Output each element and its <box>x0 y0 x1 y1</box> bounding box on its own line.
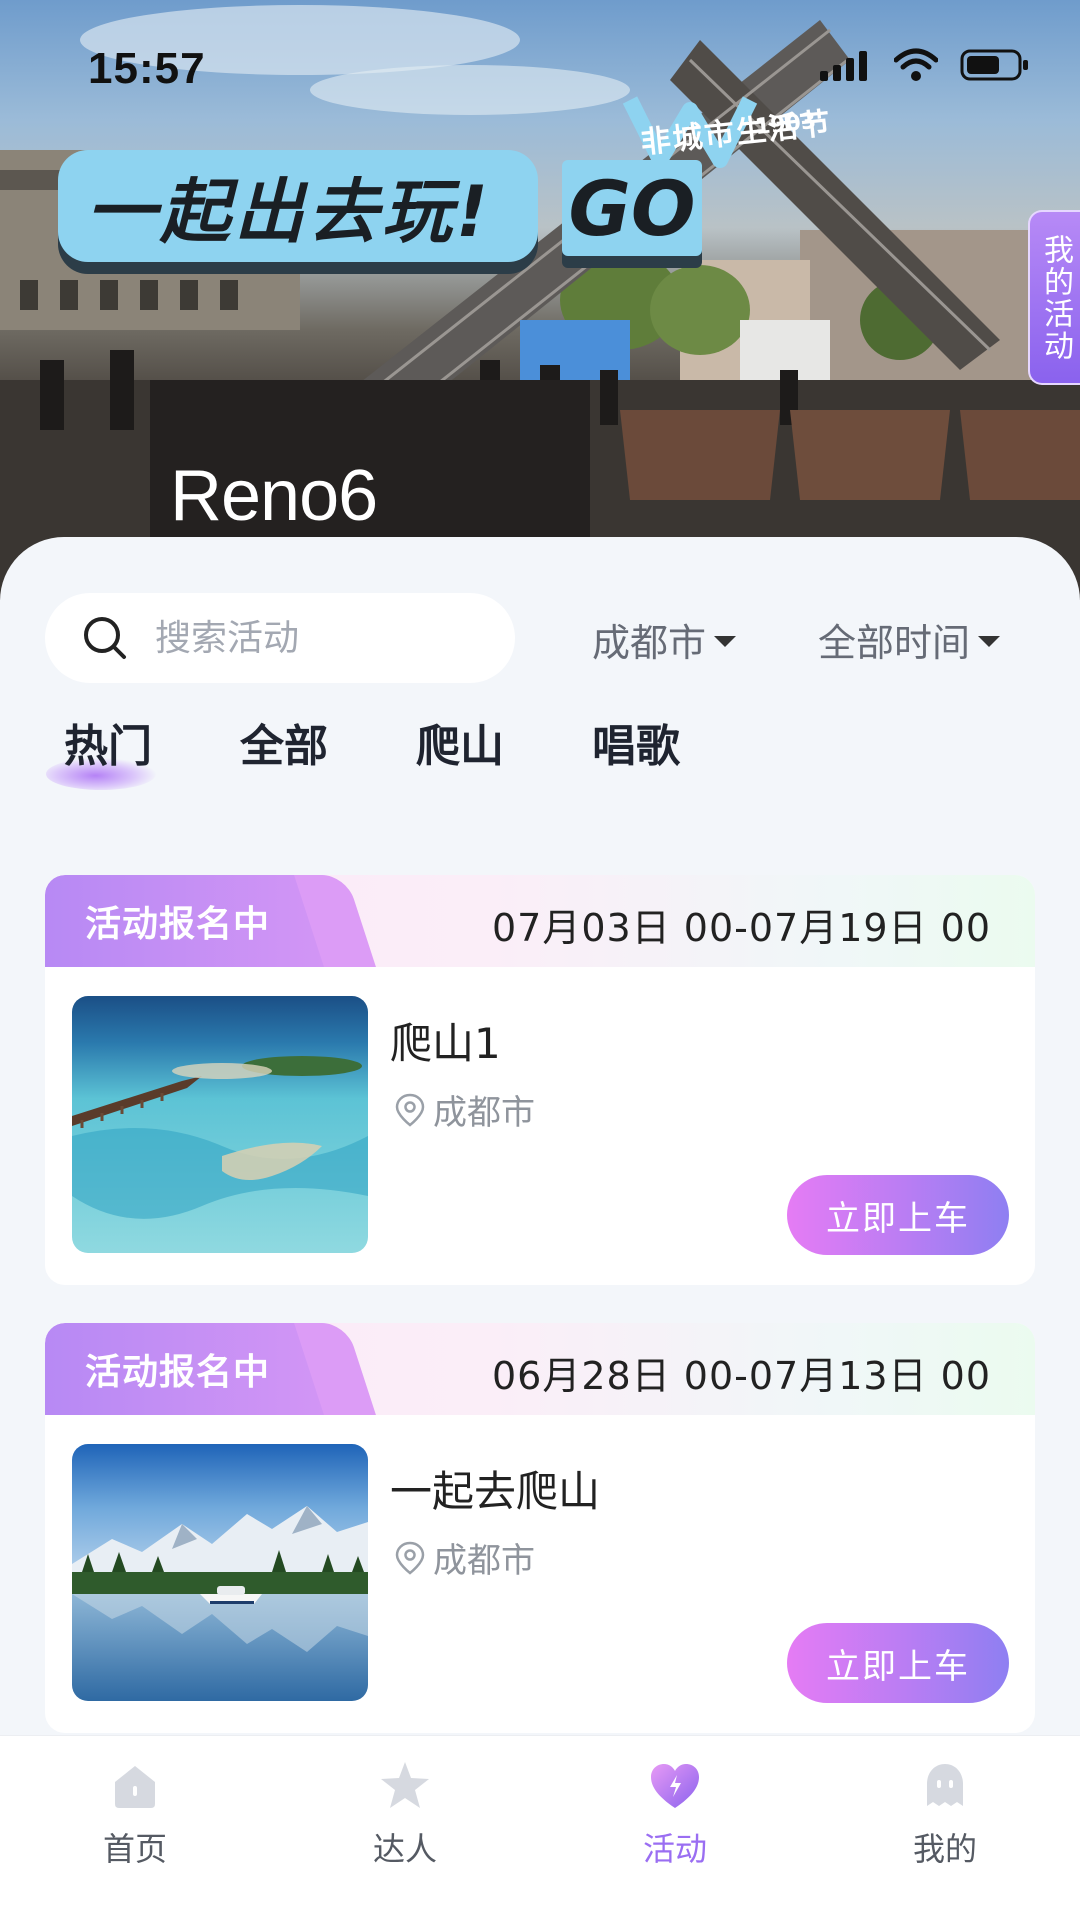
chevron-down-icon <box>714 636 737 647</box>
tabbar-label-mine: 我的 <box>912 1830 977 1868</box>
hero-banner: 15:57 一起出去玩! GO 1903 非城市生活节 Reno6 我的活动 <box>0 0 1080 600</box>
hero-go-text: GO <box>568 163 696 253</box>
activity-location: 成都市 <box>395 1533 535 1582</box>
activity-date-range: 07月03日 00-07月19日 00 <box>492 906 991 950</box>
join-now-button[interactable]: 立即上车 <box>787 1175 1009 1255</box>
status-icons <box>820 48 1030 82</box>
activity-card[interactable]: 活动报名中 06月28日 00-07月13日 00 一起去爬山 成都市 立即上车 <box>45 1323 1035 1733</box>
time-filter-dropdown[interactable]: 全部时间 <box>818 612 1001 667</box>
search-icon <box>84 617 126 659</box>
status-badge-label: 活动报名中 <box>85 1352 271 1393</box>
battery-icon <box>960 49 1028 81</box>
hero-brand-text: Reno6 <box>170 456 378 536</box>
status-bar: 15:57 <box>0 0 1080 130</box>
search-input[interactable] <box>155 617 455 659</box>
activity-title[interactable]: 爬山1 <box>390 1010 501 1071</box>
hero-go-badge: GO <box>562 160 702 256</box>
join-now-button[interactable]: 立即上车 <box>787 1623 1009 1703</box>
location-pin-icon <box>395 1093 425 1127</box>
signal-icon <box>820 51 867 81</box>
city-filter-label: 成都市 <box>592 621 707 665</box>
status-time: 15:57 <box>88 44 206 93</box>
activity-image[interactable] <box>72 1444 368 1701</box>
hero-title: 一起出去玩! <box>86 170 492 253</box>
bottom-tab-bar: 首页 达人 活动 我的 <box>0 1735 1080 1920</box>
status-badge: 活动报名中 <box>45 1323 335 1415</box>
tab-all[interactable]: 全部 <box>240 710 328 774</box>
my-activity-label: 我的活动 <box>1038 233 1073 362</box>
city-filter-dropdown[interactable]: 成都市 <box>592 612 737 667</box>
search-bar[interactable] <box>45 593 515 683</box>
activity-card[interactable]: 活动报名中 07月03日 00-07月19日 00 爬山1 成都市 立即上车 <box>45 875 1035 1285</box>
tab-singing[interactable]: 唱歌 <box>592 710 680 774</box>
hero-title-badge: 一起出去玩! <box>58 150 538 262</box>
status-badge: 活动报名中 <box>45 875 335 967</box>
tabbar-label-experts: 达人 <box>372 1830 437 1868</box>
time-filter-label: 全部时间 <box>818 621 971 665</box>
status-badge-label: 活动报名中 <box>85 904 271 945</box>
heart-bolt-icon <box>651 1764 699 1808</box>
activity-title[interactable]: 一起去爬山 <box>390 1458 600 1519</box>
activity-location: 成都市 <box>395 1085 535 1134</box>
wifi-icon <box>894 48 938 81</box>
activity-location-label: 成都市 <box>433 1541 535 1581</box>
ghost-profile-icon <box>927 1764 963 1806</box>
tabbar-label-activity: 活动 <box>642 1830 707 1868</box>
tab-hiking[interactable]: 爬山 <box>416 710 504 774</box>
lagoon-photo <box>72 996 368 1253</box>
tabbar-item-experts[interactable]: 达人 <box>325 1758 485 1870</box>
chevron-down-icon <box>978 636 1001 647</box>
tabbar-item-mine[interactable]: 我的 <box>865 1758 1025 1870</box>
my-activity-tab[interactable]: 我的活动 <box>1028 210 1080 385</box>
tabbar-item-activity[interactable]: 活动 <box>595 1758 755 1870</box>
home-icon <box>115 1766 155 1808</box>
tab-hot[interactable]: 热门 <box>46 710 156 790</box>
star-icon <box>381 1762 429 1808</box>
location-pin-icon <box>395 1541 425 1575</box>
category-tabs: 热门 全部 爬山 唱歌 <box>46 710 768 790</box>
activity-date-range: 06月28日 00-07月13日 00 <box>492 1354 991 1398</box>
mountain-lake-photo <box>72 1444 368 1701</box>
tabbar-item-home[interactable]: 首页 <box>55 1758 215 1870</box>
activity-location-label: 成都市 <box>433 1093 535 1133</box>
tabbar-label-home: 首页 <box>102 1830 167 1868</box>
activity-image[interactable] <box>72 996 368 1253</box>
